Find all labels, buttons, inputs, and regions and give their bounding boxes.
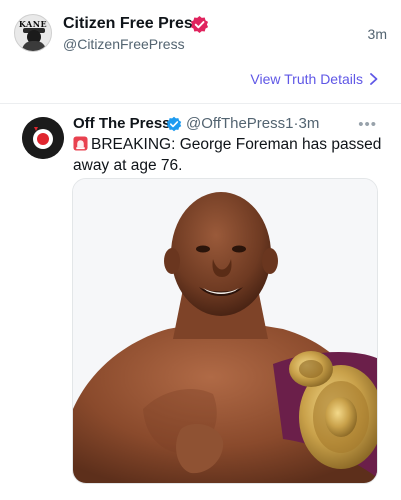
view-truth-details-label: View Truth Details (250, 71, 363, 87)
embed-author-name[interactable]: Off The Press (73, 115, 171, 132)
boxer-photo (73, 179, 377, 483)
view-truth-details-link[interactable]: View Truth Details (250, 71, 379, 87)
embed-post-text-content: BREAKING: George Foreman has passed away… (73, 136, 382, 174)
post-header: KANE Citizen Free Press @CitizenFreePres… (0, 0, 401, 62)
verified-badge-icon (190, 15, 209, 34)
embed-post-text: BREAKING: George Foreman has passed away… (73, 134, 383, 176)
more-options-icon[interactable]: ••• (358, 116, 377, 133)
embed-handle-time[interactable]: @OffThePress1·3m (186, 115, 319, 132)
author-name[interactable]: Citizen Free Press (63, 15, 202, 33)
divider (0, 103, 401, 104)
target-logo-icon (22, 117, 64, 159)
embed-image[interactable] (72, 178, 378, 484)
author-handle[interactable]: @CitizenFreePress (63, 36, 185, 52)
avatar-body (22, 41, 46, 51)
post-timestamp: 3m (367, 26, 387, 42)
verified-badge-icon (166, 116, 182, 132)
author-avatar[interactable]: KANE (14, 14, 52, 52)
embed-author-avatar[interactable] (22, 117, 64, 159)
siren-icon (73, 136, 88, 151)
chevron-right-icon (370, 73, 378, 85)
